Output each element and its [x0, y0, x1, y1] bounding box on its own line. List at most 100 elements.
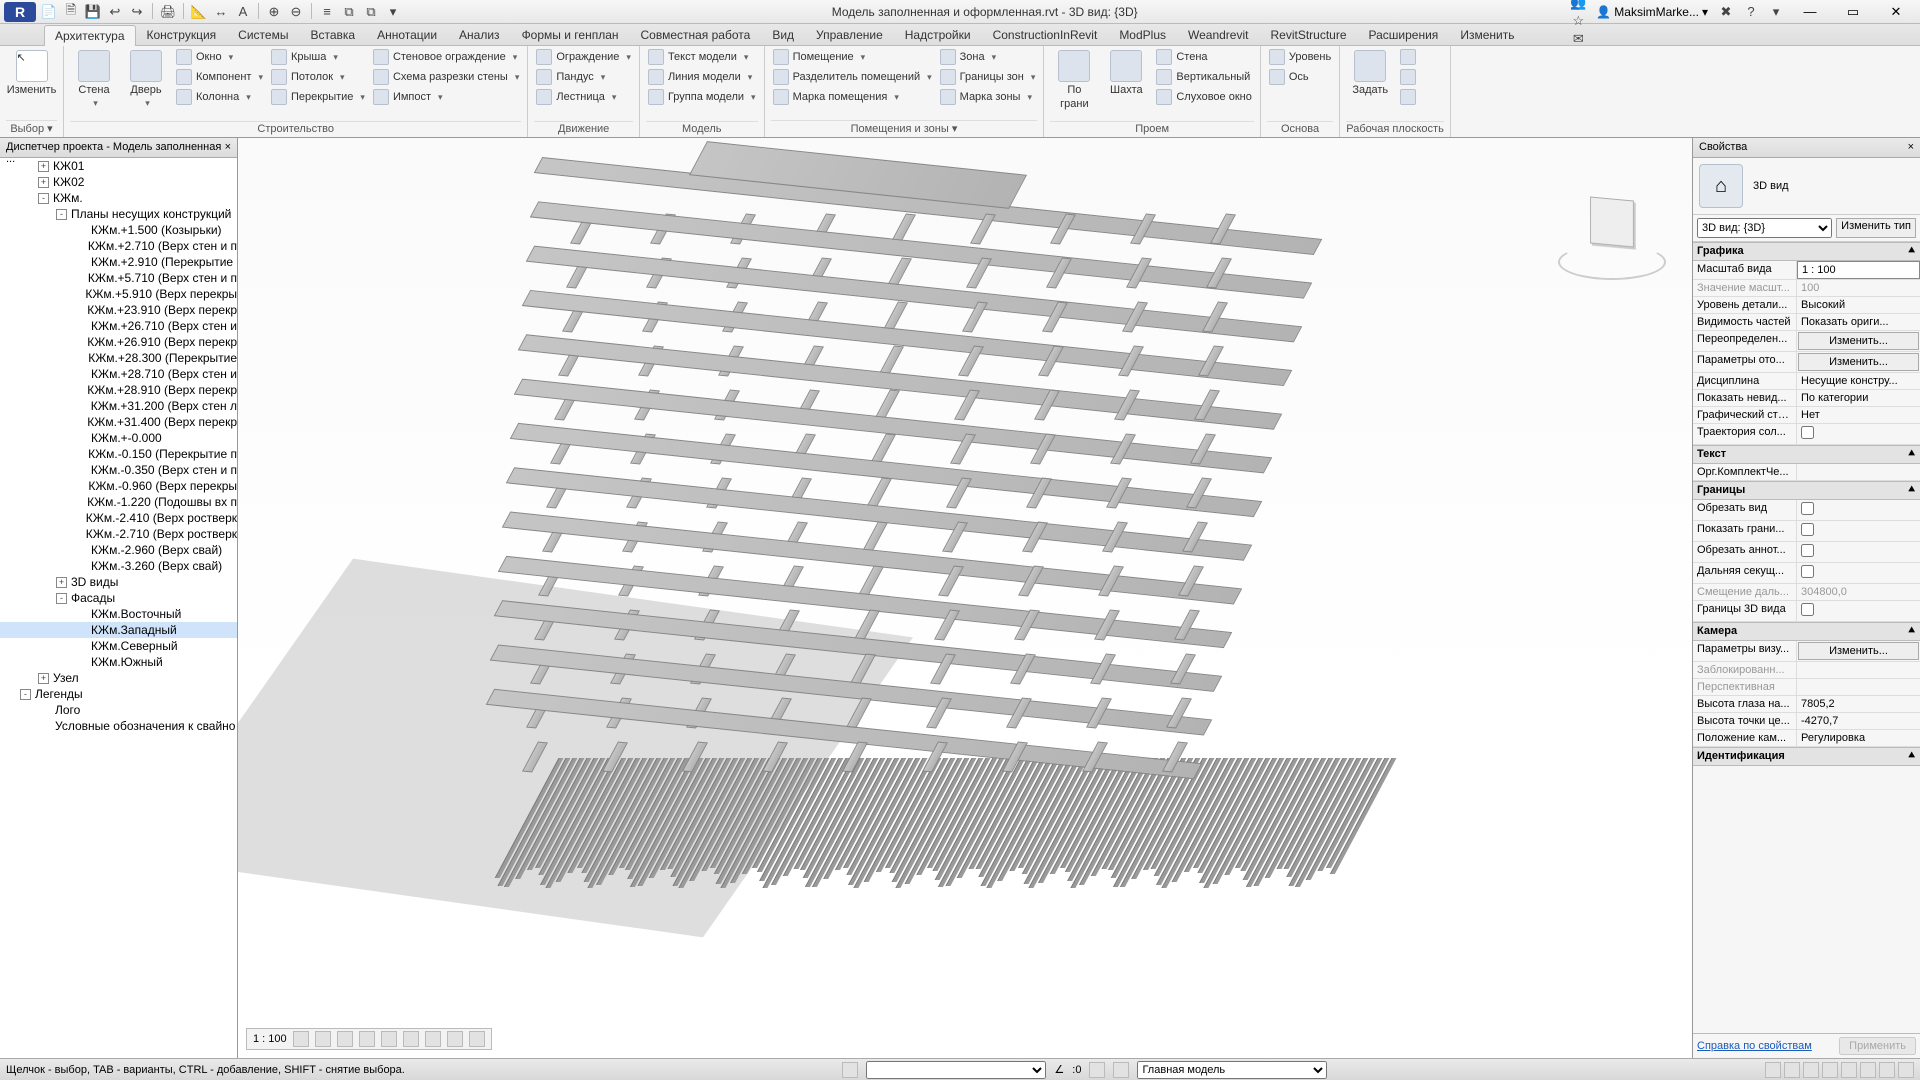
- prop-row[interactable]: Масштаб вида1 : 100: [1693, 261, 1920, 280]
- ribbon-item[interactable]: Границы зон: [938, 68, 1038, 86]
- tree-item[interactable]: -Планы несущих конструкций: [0, 206, 237, 222]
- ribbon-tab[interactable]: Вид: [761, 24, 805, 45]
- view-canvas[interactable]: ▭ ▣ ✕ 1 : 100: [238, 138, 1692, 1058]
- ribbon-tab[interactable]: Формы и генплан: [511, 24, 630, 45]
- ribbon-tab[interactable]: ConstructionInRevit: [982, 24, 1109, 45]
- prop-row[interactable]: Траектория сол...: [1693, 424, 1920, 445]
- ribbon-item[interactable]: Вертикальный: [1154, 68, 1254, 86]
- prop-row[interactable]: Перспективная: [1693, 679, 1920, 696]
- tree-item[interactable]: КЖм.-0.960 (Верх перекры: [0, 478, 237, 494]
- vc-icon[interactable]: [425, 1031, 441, 1047]
- ribbon-item[interactable]: Лестница: [534, 88, 633, 106]
- tree-item[interactable]: КЖм.-2.410 (Верх ростверк: [0, 510, 237, 526]
- prop-row[interactable]: Значение масшт...100: [1693, 280, 1920, 297]
- props-close-icon[interactable]: ×: [1908, 141, 1914, 154]
- prop-value[interactable]: [1797, 662, 1920, 678]
- ribbon-tab[interactable]: Архитектура: [44, 25, 136, 46]
- tree-item[interactable]: КЖм.-3.260 (Верх свай): [0, 558, 237, 574]
- ribbon-tab[interactable]: Вставка: [299, 24, 366, 45]
- prop-value[interactable]: Изменить...: [1798, 332, 1919, 350]
- tree-item[interactable]: КЖм.-2.710 (Верх ростверк: [0, 526, 237, 542]
- ribbon-tab[interactable]: Системы: [227, 24, 299, 45]
- qat-button[interactable]: 📄: [40, 3, 58, 21]
- tree-item[interactable]: КЖм.-0.350 (Верх стен и п: [0, 462, 237, 478]
- ribbon-item[interactable]: Колонна: [174, 88, 265, 106]
- tree-item[interactable]: КЖм.+31.400 (Верх перекр: [0, 414, 237, 430]
- prop-value[interactable]: По категории: [1797, 390, 1920, 406]
- prop-row[interactable]: Заблокированн...: [1693, 662, 1920, 679]
- app-logo[interactable]: R: [4, 2, 36, 22]
- prop-value[interactable]: [1797, 424, 1920, 444]
- qat-button[interactable]: ⧉: [340, 3, 358, 21]
- ribbon-item[interactable]: Марка зоны: [938, 88, 1038, 106]
- prop-value[interactable]: Изменить...: [1798, 642, 1919, 660]
- tree-item[interactable]: КЖм.Южный: [0, 654, 237, 670]
- tree-item[interactable]: КЖм.Западный: [0, 622, 237, 638]
- prop-group[interactable]: Идентификация⯅: [1693, 747, 1920, 766]
- vc-icon[interactable]: [337, 1031, 353, 1047]
- ribbon-item[interactable]: Окно: [174, 48, 265, 66]
- tree-item[interactable]: КЖм.Восточный: [0, 606, 237, 622]
- tree-item[interactable]: КЖм.+28.910 (Верх перекр: [0, 382, 237, 398]
- title-icon[interactable]: 👥: [1567, 0, 1589, 12]
- tree-item[interactable]: КЖм.+1.500 (Козырьки): [0, 222, 237, 238]
- status-icon[interactable]: [1089, 1062, 1105, 1078]
- tree-item[interactable]: КЖм.Северный: [0, 638, 237, 654]
- expand-icon[interactable]: -: [56, 593, 67, 604]
- ribbon-item[interactable]: Крыша: [269, 48, 367, 66]
- prop-row[interactable]: Показать грани...: [1693, 521, 1920, 542]
- status-icon[interactable]: [842, 1062, 858, 1078]
- close-button[interactable]: ✕: [1876, 1, 1916, 23]
- expand-icon[interactable]: -: [56, 209, 67, 220]
- tree-item[interactable]: -Фасады: [0, 590, 237, 606]
- wp-icon1[interactable]: [1398, 48, 1418, 66]
- prop-value[interactable]: 7805,2: [1797, 696, 1920, 712]
- expand-icon[interactable]: +: [56, 577, 67, 588]
- ribbon-item[interactable]: Марка помещения: [771, 88, 934, 106]
- status-icon[interactable]: [1841, 1062, 1857, 1078]
- x-icon[interactable]: ✖: [1715, 3, 1737, 21]
- qat-button[interactable]: ↪: [128, 3, 146, 21]
- prop-value[interactable]: [1797, 679, 1920, 695]
- tree-item[interactable]: КЖм.+28.710 (Верх стен и: [0, 366, 237, 382]
- ribbon-item[interactable]: Группа модели: [646, 88, 758, 106]
- prop-row[interactable]: Параметры ото...Изменить...: [1693, 352, 1920, 373]
- tree-item[interactable]: КЖм.+2.910 (Перекрытие: [0, 254, 237, 270]
- props-header[interactable]: Свойства×: [1693, 138, 1920, 158]
- open-big-button[interactable]: Пограни: [1050, 48, 1098, 112]
- expand-icon[interactable]: +: [38, 161, 49, 172]
- user-chip[interactable]: 👤 MaksimMarke... ▾: [1592, 5, 1712, 19]
- prop-row[interactable]: Границы 3D вида: [1693, 601, 1920, 622]
- expand-icon[interactable]: +: [38, 177, 49, 188]
- ribbon-item[interactable]: Линия модели: [646, 68, 758, 86]
- build-big-button[interactable]: Стена: [70, 48, 118, 111]
- prop-value[interactable]: [1797, 601, 1920, 621]
- prop-row[interactable]: Высота глаза на...7805,2: [1693, 696, 1920, 713]
- ribbon-tab[interactable]: Weandrevit: [1177, 24, 1259, 45]
- tree-item[interactable]: КЖм.-0.150 (Перекрытие п: [0, 446, 237, 462]
- tree-item[interactable]: КЖм.-2.960 (Верх свай): [0, 542, 237, 558]
- ribbon-tab[interactable]: Аннотации: [366, 24, 448, 45]
- props-help-link[interactable]: Справка по свойствам: [1697, 1040, 1812, 1052]
- scale-label[interactable]: 1 : 100: [253, 1033, 287, 1045]
- status-icon[interactable]: [1898, 1062, 1914, 1078]
- vc-icon[interactable]: [315, 1031, 331, 1047]
- prop-row[interactable]: Видимость частейПоказать ориги...: [1693, 314, 1920, 331]
- ribbon-item[interactable]: Зона: [938, 48, 1038, 66]
- prop-value[interactable]: Высокий: [1797, 297, 1920, 313]
- prop-value[interactable]: Несущие констру...: [1797, 373, 1920, 389]
- prop-row[interactable]: Положение кам...Регулировка: [1693, 730, 1920, 747]
- qat-button[interactable]: ≡: [318, 3, 336, 21]
- qat-button[interactable]: 📐: [190, 3, 208, 21]
- ribbon-item[interactable]: Слуховое окно: [1154, 88, 1254, 106]
- apply-button[interactable]: Применить: [1839, 1037, 1916, 1055]
- prop-value[interactable]: 1 : 100: [1797, 261, 1920, 279]
- ribbon-item[interactable]: Потолок: [269, 68, 367, 86]
- ribbon-tab[interactable]: RevitStructure: [1259, 24, 1357, 45]
- maximize-button[interactable]: ▭: [1833, 1, 1873, 23]
- status-icon[interactable]: [1765, 1062, 1781, 1078]
- qat-button[interactable]: ▾: [384, 3, 402, 21]
- wp-icon2[interactable]: [1398, 68, 1418, 86]
- ribbon-item[interactable]: Стеновое ограждение: [371, 48, 521, 66]
- prop-row[interactable]: Графический сти...Нет: [1693, 407, 1920, 424]
